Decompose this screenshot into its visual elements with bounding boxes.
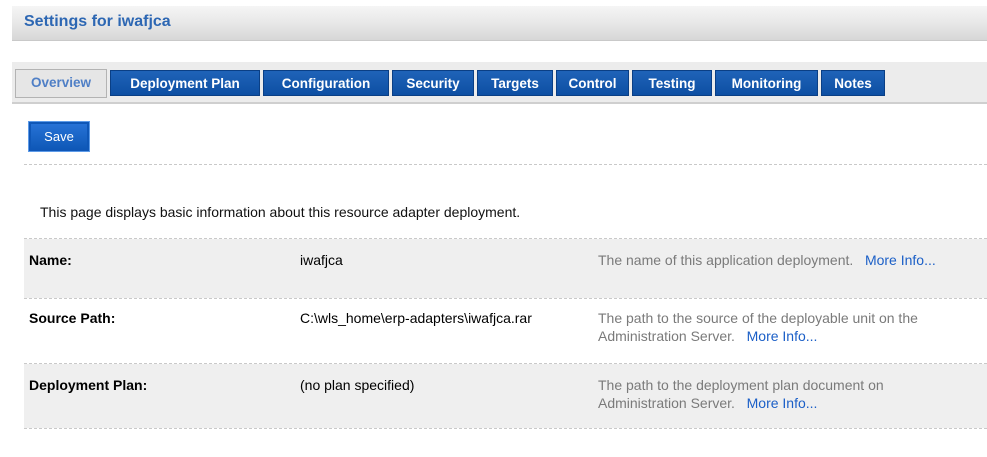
row-label-source-path: Source Path: <box>29 310 116 326</box>
more-info-link[interactable]: More Info... <box>747 328 818 344</box>
divider <box>24 428 987 429</box>
divider <box>24 164 987 165</box>
page-description: This page displays basic information abo… <box>40 204 521 220</box>
table-row: Deployment Plan: (no plan specified) The… <box>24 364 987 428</box>
row-description-name: The name of this application deployment.… <box>598 251 974 269</box>
tab-security[interactable]: Security <box>392 70 474 96</box>
title-bar: Settings for iwafjca <box>12 6 987 41</box>
page-title: Settings for iwafjca <box>24 13 171 30</box>
row-value-deployment-plan: (no plan specified) <box>300 377 415 393</box>
tab-notes[interactable]: Notes <box>821 70 885 96</box>
more-info-link[interactable]: More Info... <box>747 395 818 411</box>
settings-panel: Settings for iwafjca Overview Deployment… <box>12 6 987 457</box>
row-value-source-path: C:\wls_home\erp-adapters\iwafjca.rar <box>300 310 532 326</box>
description-text: The name of this application deployment. <box>598 252 854 268</box>
tab-deployment-plan[interactable]: Deployment Plan <box>110 70 260 96</box>
row-label-name: Name: <box>29 252 72 268</box>
more-info-link[interactable]: More Info... <box>865 252 936 268</box>
row-description-deployment-plan: The path to the deployment plan document… <box>598 376 974 412</box>
tab-control[interactable]: Control <box>556 70 629 96</box>
row-value-name: iwafjca <box>300 252 343 268</box>
tab-testing[interactable]: Testing <box>632 70 712 96</box>
table-row: Source Path: C:\wls_home\erp-adapters\iw… <box>24 299 987 363</box>
tab-configuration[interactable]: Configuration <box>263 70 389 96</box>
tab-bar: Overview Deployment Plan Configuration S… <box>12 62 987 104</box>
tab-overview[interactable]: Overview <box>15 69 107 98</box>
save-button[interactable]: Save <box>28 121 90 152</box>
description-text: The path to the deployment plan document… <box>598 377 884 411</box>
tab-monitoring[interactable]: Monitoring <box>715 70 818 96</box>
row-label-deployment-plan: Deployment Plan: <box>29 377 148 393</box>
table-row: Name: iwafjca The name of this applicati… <box>24 239 987 298</box>
tab-targets[interactable]: Targets <box>477 70 553 96</box>
row-description-source-path: The path to the source of the deployable… <box>598 309 974 345</box>
